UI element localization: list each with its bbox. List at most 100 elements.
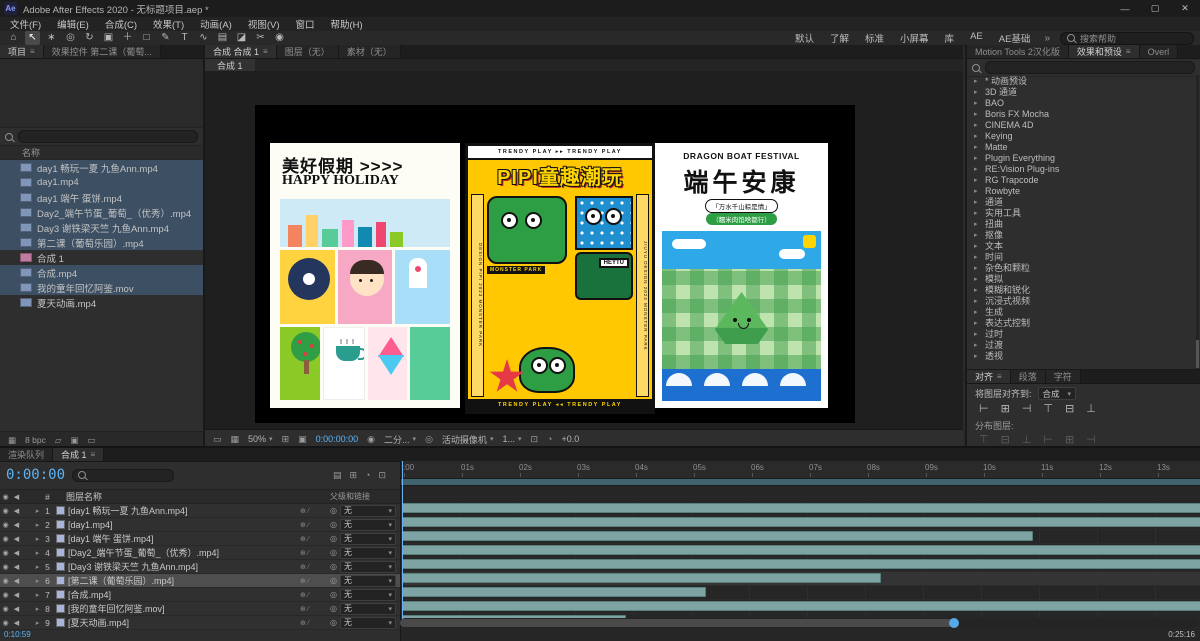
layer-row[interactable]: ◉ ◀ ▸ 1 [day1 畅玩一夏 九鱼Ann.mp4] ⊕ ∕ ◎ 无 ▾ [0, 504, 400, 518]
layer-row[interactable]: ◉ ◀ ▸ 2 [day1.mp4] ⊕ ∕ ◎ 无 ▾ [0, 518, 400, 532]
scrollbar-thumb[interactable] [400, 619, 953, 627]
effects-tab-2[interactable]: Overl [1139, 45, 1179, 58]
panel-menu-icon[interactable]: ≡ [1126, 47, 1131, 56]
workspace-tab-2[interactable]: 标准 [865, 31, 884, 45]
timeline-horizontal-scrollbar[interactable] [400, 618, 1198, 628]
time-navigator-knob[interactable] [949, 618, 959, 628]
fast-preview-icon[interactable]: ◔ [547, 434, 552, 444]
layer-label-color[interactable] [56, 562, 65, 571]
twirl-icon[interactable]: ▸ [33, 577, 42, 585]
new-composition-icon[interactable]: ▣ [70, 435, 78, 446]
pickwhip-icon[interactable]: ◎ [330, 618, 337, 627]
layer-lane[interactable] [401, 530, 1200, 544]
pickwhip-icon[interactable]: ◎ [330, 562, 337, 571]
motion-blur-icon[interactable]: ⊡ [378, 470, 386, 481]
dist-top-icon[interactable]: ⊤ [979, 433, 989, 446]
resolution-dropdown[interactable]: 二分... ▾ [384, 433, 416, 446]
shape-tool-icon[interactable]: □ [139, 31, 154, 45]
menu-item-2[interactable]: 合成(C) [97, 17, 145, 31]
mask-visibility-icon[interactable]: ▣ [298, 434, 307, 445]
effects-tab-1[interactable]: 效果和预设 ≡ [1068, 45, 1140, 58]
twirl-icon[interactable]: ▸ [33, 591, 42, 599]
parent-link-column[interactable]: 父级和链接 [330, 491, 370, 502]
layer-duration-bar[interactable] [402, 517, 1200, 527]
workspace-tab-3[interactable]: 小屏幕 [900, 31, 929, 45]
layer-label-color[interactable] [56, 506, 65, 515]
parent-dropdown[interactable]: 无 ▾ [339, 504, 396, 517]
align-tab-2[interactable]: 字符 [1045, 370, 1081, 383]
project-item[interactable]: 第二课（葡萄乐园）.mp4 [0, 235, 203, 250]
effects-category[interactable]: ▸ Keying [967, 130, 1196, 141]
composition-mini-flowchart-icon[interactable]: ▤ [333, 470, 342, 481]
pickwhip-icon[interactable]: ◎ [330, 548, 337, 557]
project-item[interactable]: 夏天动画.mp4 [0, 295, 203, 310]
layer-row[interactable]: ◉ ◀ ▸ 5 [Day3 谢铁梁天竺 九鱼Ann.mp4] ⊕ ∕ ◎ 无 ▾ [0, 560, 400, 574]
home-tool-icon[interactable]: ⌂ [6, 31, 21, 45]
pickwhip-icon[interactable]: ◎ [330, 520, 337, 529]
dist-hc-icon[interactable]: ⊞ [1065, 433, 1074, 446]
audio-icon[interactable]: ◀ [11, 563, 22, 571]
audio-icon[interactable]: ◀ [11, 521, 22, 529]
effects-category[interactable]: ▸ Matte [967, 141, 1196, 152]
layer-label-color[interactable] [56, 618, 65, 627]
panel-menu-icon[interactable]: ≡ [997, 372, 1002, 381]
panel-menu-icon[interactable]: ≡ [91, 450, 96, 459]
eye-icon[interactable]: ◉ [0, 605, 11, 613]
pen-tool-icon[interactable]: ✎ [158, 31, 173, 45]
layer-lane[interactable] [401, 572, 1200, 586]
roto-tool-icon[interactable]: ✂ [253, 31, 268, 45]
time-ruler[interactable]: :00 01s 02s 03s 04s 05s 06s 07s 08s 09s 10s 11s 12s 1… [401, 461, 1200, 479]
eye-icon[interactable]: ◉ [0, 577, 11, 585]
layer-duration-bar[interactable] [402, 531, 1034, 541]
twirl-icon[interactable]: ▸ [33, 507, 42, 515]
layer-duration-bar[interactable] [402, 573, 882, 583]
layer-label-color[interactable] [56, 534, 65, 543]
interpret-footage-icon[interactable]: ▦ [8, 435, 16, 446]
twirl-icon[interactable]: ▸ [33, 521, 42, 529]
layer-switches[interactable]: ⊕ ∕ [300, 521, 330, 529]
twirl-icon[interactable]: ▸ [33, 619, 42, 627]
workspace-tab-0[interactable]: 默认 [795, 31, 814, 45]
effects-category[interactable]: ▸ 透视 [967, 350, 1196, 361]
puppet-tool-icon[interactable]: ◉ [272, 31, 287, 45]
layer-label-color[interactable] [56, 590, 65, 599]
menu-item-1[interactable]: 编辑(E) [49, 17, 97, 31]
snapshot-icon[interactable]: ◉ [367, 434, 375, 445]
project-item[interactable]: 合成.mp4 [0, 265, 203, 280]
grid-guides-icon[interactable]: ⊞ [282, 434, 290, 445]
parent-dropdown[interactable]: 无 ▾ [339, 532, 396, 545]
audio-icon[interactable]: ◀ [11, 605, 22, 613]
twirl-icon[interactable]: ▸ [33, 563, 42, 571]
exposure-value[interactable]: +0.0 [561, 434, 579, 444]
pickwhip-icon[interactable]: ◎ [330, 604, 337, 613]
project-item[interactable]: Day2_端午节蛋_葡萄_（优秀）.mp4 [0, 205, 203, 220]
timeline-tab-0[interactable]: 渲染队列 [0, 448, 54, 461]
align-left-icon[interactable]: ⊢ [979, 402, 989, 415]
workspace-tab-4[interactable]: 库 [945, 31, 955, 45]
effects-category[interactable]: ▸ Boris FX Mocha [967, 108, 1196, 119]
current-timecode[interactable]: 0:00:00 [6, 467, 65, 483]
effects-category[interactable]: ▸ Plugin Everything [967, 152, 1196, 163]
minimize-button[interactable]: — [1110, 0, 1140, 17]
pickwhip-icon[interactable]: ◎ [330, 590, 337, 599]
effects-tab-0[interactable]: Motion Tools 2汉化版 [967, 45, 1069, 58]
layer-duration-bar[interactable] [402, 587, 706, 597]
frame-blending-icon[interactable]: ◔ [365, 470, 370, 481]
zoom-tool-icon[interactable]: ◎ [63, 31, 78, 45]
effects-category[interactable]: ▸ CINEMA 4D [967, 119, 1196, 130]
pixel-aspect-icon[interactable]: ⊡ [530, 434, 538, 445]
audio-icon[interactable]: ◀ [11, 591, 22, 599]
align-bottom-icon[interactable]: ⊥ [1086, 402, 1096, 415]
layer-lane[interactable] [401, 516, 1200, 530]
menu-item-4[interactable]: 动画(A) [192, 17, 240, 31]
viewer-tab-0[interactable]: 合成 合成 1 ≡ [205, 45, 277, 58]
align-tab-0[interactable]: 对齐 ≡ [967, 370, 1011, 383]
layer-switches[interactable]: ⊕ ∕ [300, 507, 330, 515]
current-time-indicator[interactable] [402, 461, 403, 619]
effects-category[interactable]: ▸ 3D 通道 [967, 86, 1196, 97]
layer-label-color[interactable] [56, 604, 65, 613]
dist-right-icon[interactable]: ⊣ [1086, 433, 1096, 446]
dist-bottom-icon[interactable]: ⊥ [1022, 433, 1032, 446]
menu-item-5[interactable]: 视图(V) [240, 17, 288, 31]
menu-item-7[interactable]: 帮助(H) [323, 17, 371, 31]
